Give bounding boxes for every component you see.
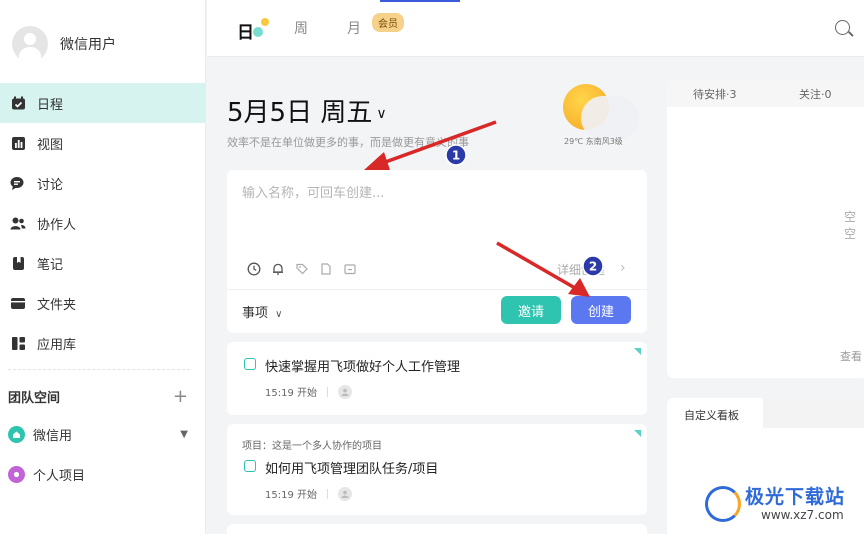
watermark: 极光下载站 www.xz7.com [705, 480, 855, 530]
arrow-annotation-2 [496, 241, 590, 297]
step-badge-1: 1 [445, 144, 467, 166]
step-number: 1 [452, 149, 460, 163]
watermark-logo [705, 486, 741, 522]
watermark-url: www.xz7.com [761, 508, 844, 522]
annotation-overlay: 1 2 [364, 120, 604, 297]
step-badge-2: 2 [582, 255, 604, 277]
watermark-text: 极光下载站 [745, 486, 846, 508]
arrow-annotation-1 [364, 120, 497, 170]
step-number: 2 [589, 260, 597, 274]
